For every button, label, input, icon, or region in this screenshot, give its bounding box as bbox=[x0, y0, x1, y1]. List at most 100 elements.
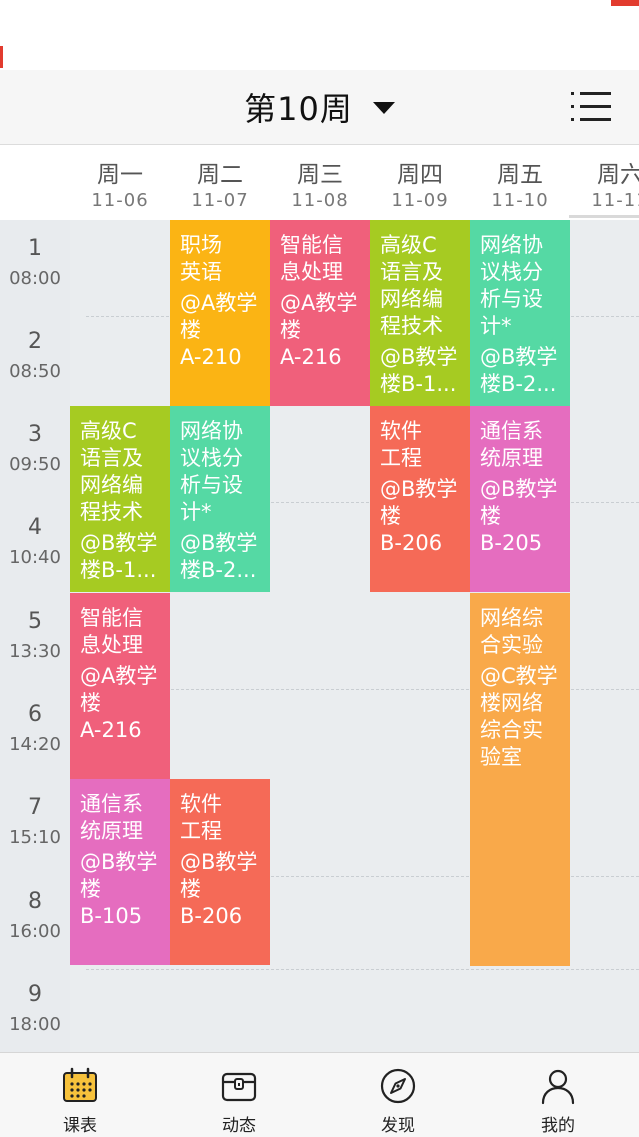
day-date: 11-07 bbox=[191, 190, 249, 211]
slot-time: 08:50 bbox=[9, 361, 61, 382]
day-column-header: 周一 11-06 bbox=[70, 145, 170, 220]
slot-number: 3 bbox=[28, 422, 42, 447]
course-name: 智能信 息处理 bbox=[280, 233, 343, 284]
slot-time: 14:20 bbox=[9, 734, 61, 755]
course-location: @A教学 楼 A-216 bbox=[80, 664, 158, 742]
course-block[interactable]: 职场 英语 @A教学 楼 A-210 bbox=[170, 220, 270, 406]
slot-time: 09:50 bbox=[9, 454, 61, 475]
timetable-grid[interactable]: 1 08:00 2 08:50 3 09:50 4 10:40 5 13:30 … bbox=[0, 220, 639, 1052]
day-column-header: 周六 11-11 bbox=[570, 145, 639, 220]
time-column: 1 08:00 2 08:50 3 09:50 4 10:40 5 13:30 … bbox=[0, 220, 70, 1052]
day-name: 周二 bbox=[197, 162, 243, 188]
tab-schedule[interactable]: 课表 bbox=[0, 1053, 160, 1137]
course-block[interactable]: 高级C 语言及 网络编 程技术 @B教学 楼B-1... bbox=[70, 406, 170, 592]
day-name: 周三 bbox=[297, 162, 343, 188]
tab-label: 课表 bbox=[63, 1116, 97, 1136]
course-block[interactable]: 通信系 统原理 @B教学 楼 B-205 bbox=[470, 406, 570, 592]
time-slot: 1 08:00 bbox=[0, 235, 70, 291]
slot-number: 4 bbox=[28, 515, 42, 540]
course-block[interactable]: 软件 工程 @B教学 楼 B-206 bbox=[170, 779, 270, 965]
day-date: 11-09 bbox=[391, 190, 449, 211]
course-name: 通信系 统原理 bbox=[480, 419, 543, 470]
feed-icon bbox=[221, 1072, 257, 1102]
course-block[interactable]: 通信系 统原理 @B教学 楼 B-105 bbox=[70, 779, 170, 965]
course-location: @B教学 楼 B-206 bbox=[180, 850, 258, 928]
course-name: 网络综 合实验 bbox=[480, 606, 543, 657]
period-divider bbox=[86, 969, 639, 970]
tab-profile[interactable]: 我的 bbox=[478, 1053, 638, 1137]
course-name: 职场 英语 bbox=[180, 233, 222, 284]
week-selector[interactable]: 第10周 bbox=[0, 70, 639, 144]
list-menu-icon[interactable] bbox=[571, 91, 611, 123]
compass-icon bbox=[380, 1068, 416, 1104]
course-name: 高级C 语言及 网络编 程技术 bbox=[380, 233, 443, 338]
day-column-header: 周三 11-08 bbox=[270, 145, 370, 220]
tab-label: 我的 bbox=[541, 1116, 575, 1136]
day-column-header: 周二 11-07 bbox=[170, 145, 270, 220]
status-indicator-left bbox=[0, 46, 3, 68]
course-block[interactable]: 网络协 议栈分 析与设 计* @B教学 楼B-2... bbox=[170, 406, 270, 592]
course-block[interactable]: 软件 工程 @B教学 楼 B-206 bbox=[370, 406, 470, 592]
course-block[interactable]: 网络综 合实验 @C教学 楼网络 综合实 验室 bbox=[470, 593, 570, 966]
course-name: 软件 工程 bbox=[380, 419, 422, 470]
status-indicator-right bbox=[611, 0, 639, 6]
slot-time: 16:00 bbox=[9, 921, 61, 942]
day-date: 11-08 bbox=[291, 190, 349, 211]
time-slot: 4 10:40 bbox=[0, 514, 70, 570]
time-slot: 5 13:30 bbox=[0, 608, 70, 664]
person-icon bbox=[541, 1069, 575, 1105]
caret-down-icon[interactable] bbox=[372, 102, 395, 114]
tab-label: 动态 bbox=[222, 1116, 256, 1136]
course-name: 通信系 统原理 bbox=[80, 792, 143, 843]
scroll-indicator bbox=[569, 215, 639, 218]
day-column-header: 周五 11-10 bbox=[470, 145, 570, 220]
course-block[interactable]: 网络协 议栈分 析与设 计* @B教学 楼B-2... bbox=[470, 220, 570, 406]
tab-feed[interactable]: 动态 bbox=[159, 1053, 319, 1137]
slot-time: 08:00 bbox=[9, 268, 61, 289]
course-block[interactable]: 智能信 息处理 @A教学 楼 A-216 bbox=[70, 593, 170, 779]
course-name: 智能信 息处理 bbox=[80, 606, 143, 657]
slot-time: 15:10 bbox=[9, 827, 61, 848]
course-block[interactable]: 智能信 息处理 @A教学 楼 A-216 bbox=[270, 220, 370, 406]
time-slot: 7 15:10 bbox=[0, 794, 70, 850]
course-location: @B教学 楼 B-205 bbox=[480, 477, 558, 555]
course-name: 高级C 语言及 网络编 程技术 bbox=[80, 419, 143, 524]
course-name: 网络协 议栈分 析与设 计* bbox=[480, 233, 543, 338]
slot-number: 7 bbox=[28, 795, 42, 820]
course-location: @C教学 楼网络 综合实 验室 bbox=[480, 664, 558, 769]
week-title[interactable]: 第10周 bbox=[244, 84, 353, 130]
slot-number: 2 bbox=[28, 329, 42, 354]
slot-number: 9 bbox=[28, 982, 42, 1007]
day-date: 11-11 bbox=[591, 190, 639, 211]
course-location: @B教学 楼B-2... bbox=[180, 531, 258, 582]
day-date: 11-10 bbox=[491, 190, 549, 211]
day-name: 周五 bbox=[497, 162, 543, 188]
calendar-icon bbox=[63, 1067, 97, 1102]
time-slot: 9 18:00 bbox=[0, 981, 70, 1037]
course-name: 软件 工程 bbox=[180, 792, 222, 843]
course-block[interactable]: 高级C 语言及 网络编 程技术 @B教学 楼B-1... bbox=[370, 220, 470, 406]
weekday-header: 周一 11-06 周二 11-07 周三 11-08 周四 11-09 周五 1… bbox=[0, 145, 639, 220]
time-slot: 2 08:50 bbox=[0, 328, 70, 384]
slot-number: 8 bbox=[28, 889, 42, 914]
slot-time: 13:30 bbox=[9, 641, 61, 662]
course-location: @B教学 楼 B-206 bbox=[380, 477, 458, 555]
course-location: @A教学 楼 A-210 bbox=[180, 291, 258, 369]
slot-number: 5 bbox=[28, 609, 42, 634]
day-column-header: 周四 11-09 bbox=[370, 145, 470, 220]
slot-time: 18:00 bbox=[9, 1014, 61, 1035]
day-name: 周一 bbox=[97, 162, 143, 188]
time-slot: 8 16:00 bbox=[0, 888, 70, 944]
slot-time: 10:40 bbox=[9, 547, 61, 568]
day-name: 周四 bbox=[397, 162, 443, 188]
course-location: @B教学 楼B-2... bbox=[480, 345, 558, 396]
course-name: 网络协 议栈分 析与设 计* bbox=[180, 419, 243, 524]
day-name: 周六 bbox=[597, 162, 639, 188]
course-location: @B教学 楼B-1... bbox=[80, 531, 158, 582]
tab-discover[interactable]: 发现 bbox=[318, 1053, 478, 1137]
tab-bar: 课表 动态 发现 我的 bbox=[0, 1052, 639, 1137]
time-slot: 3 09:50 bbox=[0, 421, 70, 477]
day-date: 11-06 bbox=[91, 190, 149, 211]
status-bar bbox=[0, 0, 639, 70]
slot-number: 6 bbox=[28, 702, 42, 727]
